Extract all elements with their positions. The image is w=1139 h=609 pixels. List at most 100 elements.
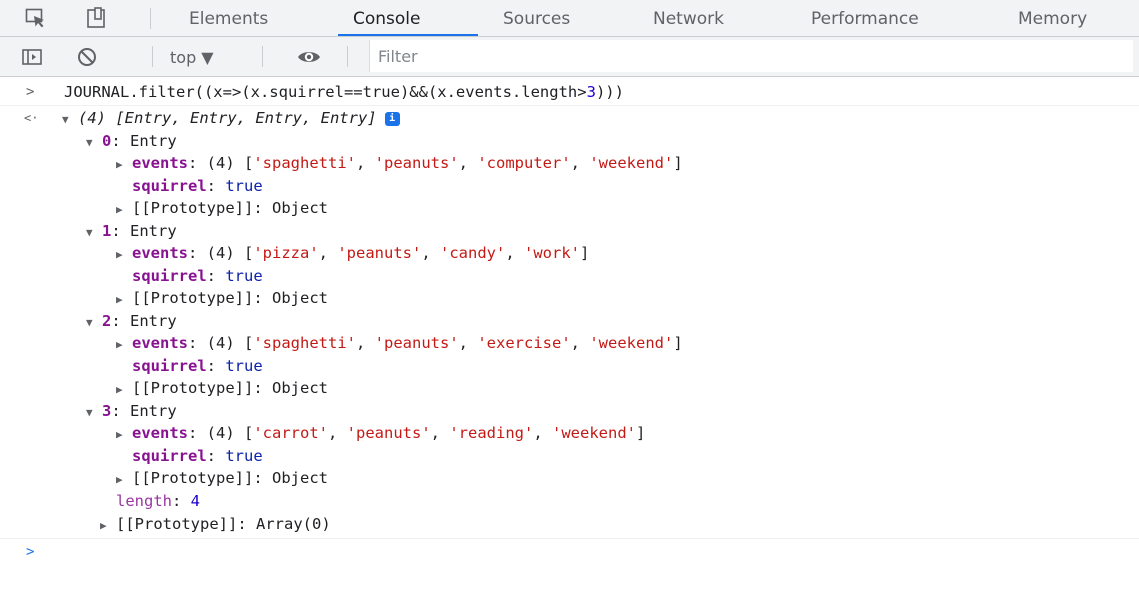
result-prompt: <· [24, 111, 39, 125]
entry-prototype[interactable]: ▶ [[Prototype]]: Object [0, 377, 1139, 400]
command-text: JOURNAL.filter((x=>(x.squirrel==true)&&(… [64, 81, 624, 104]
tab-console[interactable]: Console [353, 0, 421, 36]
prototype-key: [[Prototype]] [132, 289, 254, 307]
expand-arrow-icon[interactable]: ▼ [86, 312, 102, 335]
execution-context-select[interactable]: top ▼ [170, 37, 214, 76]
inspect-element-icon[interactable] [24, 6, 48, 30]
squirrel-key: squirrel [132, 446, 207, 465]
comma: , [458, 334, 478, 352]
devtools-tabbar: Elements Console Sources Network Perform… [0, 0, 1139, 37]
command-number: 3 [586, 83, 596, 101]
bracket: ] [673, 334, 683, 352]
entry-events[interactable]: ▶ events: (4) ['spaghetti', 'peanuts', 'e… [0, 332, 1139, 355]
squirrel-key: squirrel [132, 176, 207, 195]
squirrel-value: true [225, 356, 263, 375]
expand-arrow-icon[interactable]: ▶ [116, 154, 132, 177]
console-input-line: > JOURNAL.filter((x=>(x.squirrel==true)&… [0, 81, 1139, 104]
squirrel-key: squirrel [132, 356, 207, 375]
expand-arrow-icon[interactable]: ▶ [100, 515, 116, 538]
comma: , [328, 424, 347, 442]
entry-squirrel-content: squirrel: true [132, 355, 263, 378]
prototype-value: Array(0) [256, 514, 331, 533]
array-prototype-line[interactable]: ▶ [[Prototype]]: Array(0) [0, 513, 1139, 536]
comma: , [421, 244, 441, 262]
info-badge-icon[interactable]: i [384, 111, 400, 126]
tab-memory[interactable]: Memory [1018, 0, 1087, 36]
colon: : [206, 176, 226, 195]
tab-sources[interactable]: Sources [503, 0, 570, 36]
comma: , [318, 244, 338, 262]
colon: : [111, 131, 131, 150]
device-toolbar-icon[interactable] [84, 6, 108, 30]
result-line[interactable]: <· ▼ (4) [Entry, Entry, Entry, Entry] i [0, 107, 1139, 130]
entry-prototype[interactable]: ▶ [[Prototype]]: Object [0, 287, 1139, 310]
entry-header-content: ▼ 2: Entry [86, 310, 177, 335]
expand-arrow-icon[interactable]: ▼ [62, 109, 78, 132]
entry-header-content: ▼ 3: Entry [86, 400, 177, 425]
filter-input[interactable] [370, 40, 1133, 72]
colon: : [188, 244, 207, 262]
expand-arrow-icon[interactable]: ▶ [116, 199, 132, 222]
command-code: JOURNAL.filter((x=>(x.squirrel==true)&&(… [64, 83, 587, 101]
colon: : [253, 379, 272, 397]
colon: : [206, 266, 226, 285]
entry-prototype[interactable]: ▶ [[Prototype]]: Object [0, 467, 1139, 490]
live-expression-eye-icon[interactable] [296, 45, 320, 69]
expand-arrow-icon[interactable]: ▶ [116, 289, 132, 312]
entry-events[interactable]: ▶ events: (4) ['spaghetti', 'peanuts', 'c… [0, 152, 1139, 175]
tab-performance[interactable]: Performance [811, 0, 919, 36]
bracket: ] [673, 154, 683, 172]
expand-arrow-icon[interactable]: ▶ [116, 244, 132, 267]
entry-header[interactable]: ▼ 0: Entry [0, 130, 1139, 153]
expand-arrow-icon[interactable]: ▶ [116, 469, 132, 492]
events-key: events [132, 154, 188, 172]
expand-arrow-icon[interactable]: ▼ [86, 132, 102, 155]
entry-type: Entry [130, 401, 177, 420]
prototype-key: [[Prototype]] [116, 514, 238, 533]
entry-index: 2 [102, 311, 112, 330]
comma: , [430, 424, 450, 442]
entry-header[interactable]: ▼ 2: Entry [0, 310, 1139, 333]
command-code-end: ))) [595, 83, 624, 101]
tab-network[interactable]: Network [653, 0, 724, 36]
entry-prototype-content: ▶ [[Prototype]]: Object [116, 197, 328, 222]
events-key: events [132, 424, 188, 442]
entry-events[interactable]: ▶ events: (4) ['pizza', 'peanuts', 'candy… [0, 242, 1139, 265]
event-value: 'candy' [440, 244, 506, 262]
expand-arrow-icon[interactable]: ▶ [116, 424, 132, 447]
output-divider [0, 538, 1139, 539]
expand-arrow-icon[interactable]: ▶ [116, 334, 132, 357]
event-value: 'peanuts' [374, 154, 459, 172]
sidebar-toggle-icon[interactable] [20, 45, 44, 69]
prototype-value: Object [272, 469, 328, 487]
event-value: 'reading' [449, 424, 534, 442]
comma: , [570, 154, 590, 172]
active-tab-indicator [338, 34, 478, 36]
entry-events[interactable]: ▶ events: (4) ['carrot', 'peanuts', 'read… [0, 422, 1139, 445]
event-value: 'weekend' [589, 154, 674, 172]
toolbar-divider [150, 8, 151, 29]
console-prompt[interactable]: > [26, 541, 34, 564]
comma: , [505, 244, 525, 262]
clear-console-icon[interactable] [75, 45, 99, 69]
tab-elements[interactable]: Elements [189, 0, 268, 36]
expand-arrow-icon[interactable]: ▶ [116, 379, 132, 402]
entry-type: Entry [130, 221, 177, 240]
toolbar-divider [347, 46, 348, 67]
expand-arrow-icon[interactable]: ▼ [86, 222, 102, 245]
squirrel-value: true [225, 176, 263, 195]
bracket: ] [636, 424, 646, 442]
bracket: [ [244, 334, 254, 352]
entry-header[interactable]: ▼ 3: Entry [0, 400, 1139, 423]
colon: : [206, 446, 226, 465]
expand-arrow-icon[interactable]: ▼ [86, 402, 102, 425]
entry-prototype[interactable]: ▶ [[Prototype]]: Object [0, 197, 1139, 220]
entry-prototype-content: ▶ [[Prototype]]: Object [116, 377, 328, 402]
result-summary[interactable]: ▼ (4) [Entry, Entry, Entry, Entry] i [62, 107, 400, 132]
length-line: length: 4 [116, 492, 201, 510]
output-divider [0, 105, 1139, 106]
bracket: [ [244, 154, 254, 172]
console-prompt-line[interactable]: > [0, 541, 1139, 564]
entry-header[interactable]: ▼ 1: Entry [0, 220, 1139, 243]
colon: : [206, 356, 226, 375]
